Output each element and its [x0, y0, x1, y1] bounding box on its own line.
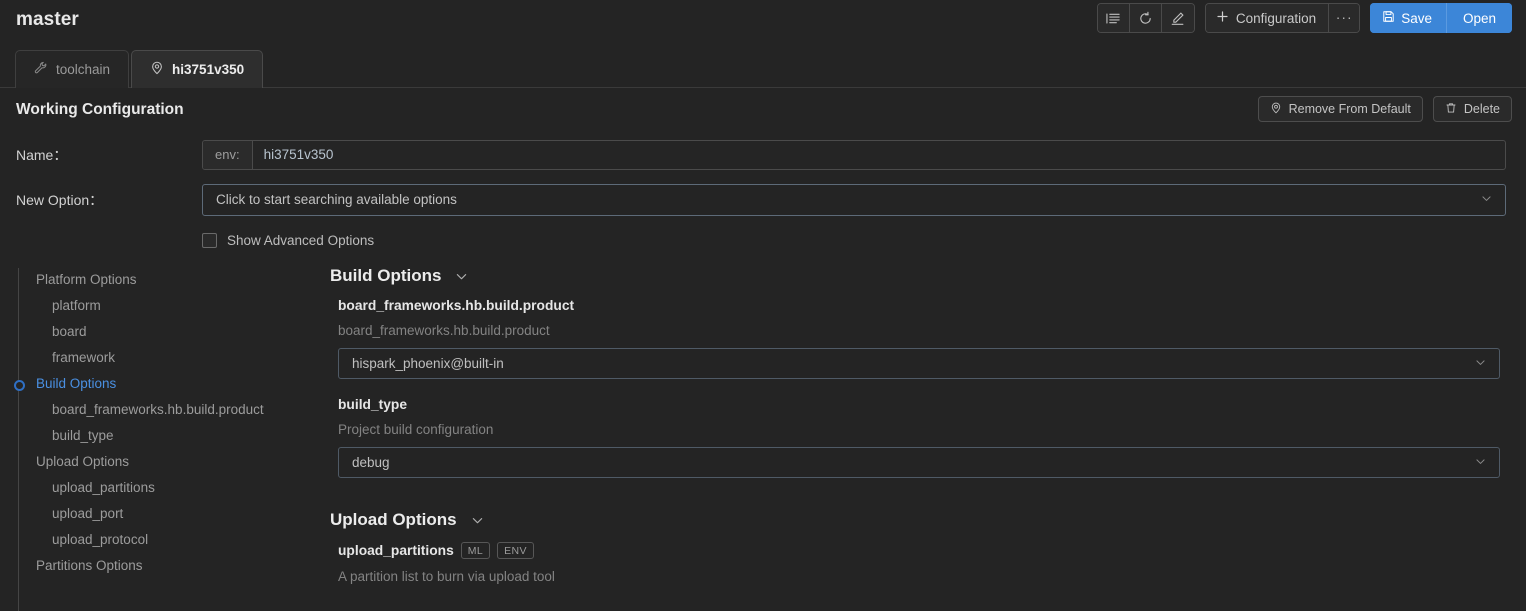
wrench-icon: [34, 61, 48, 78]
tree-item-build-type[interactable]: build_type: [18, 422, 320, 448]
edit-pencil-icon-button[interactable]: [1162, 4, 1194, 32]
tree-item-upload-options[interactable]: Upload Options: [18, 448, 320, 474]
section-header-upload-options: Upload Options: [330, 510, 1500, 530]
trash-icon: [1445, 102, 1457, 117]
show-advanced-options-checkbox[interactable]: [202, 233, 217, 248]
badge-env: ENV: [497, 542, 534, 559]
save-button[interactable]: Save: [1370, 3, 1447, 33]
field-select-board-frameworks-build-product[interactable]: hispark_phoenix@built-in: [338, 348, 1500, 379]
location-pin-icon: [150, 61, 164, 78]
section-header-build-options: Build Options: [330, 266, 1500, 286]
field-select-value: hispark_phoenix@built-in: [352, 356, 504, 371]
field-name-label: board_frameworks.hb.build.product: [338, 298, 574, 313]
remove-from-default-button[interactable]: Remove From Default: [1258, 96, 1423, 122]
new-option-label: New Option：: [16, 190, 202, 210]
working-configuration-actions: Remove From Default Delete: [1258, 96, 1512, 122]
more-options-button[interactable]: ···: [1329, 4, 1359, 32]
field-name-label: upload_partitions: [338, 543, 454, 558]
top-bar-actions: Configuration ··· Save Open: [1097, 3, 1512, 33]
save-open-button-group: Save Open: [1370, 3, 1512, 33]
name-input[interactable]: hi3751v350: [253, 141, 1505, 169]
show-advanced-options-row: Show Advanced Options: [0, 222, 1526, 258]
tab-hi3751v350-label: hi3751v350: [172, 62, 244, 77]
tree-item-platform[interactable]: platform: [18, 292, 320, 318]
field-name: board_frameworks.hb.build.product: [338, 298, 1500, 313]
plus-icon: [1216, 10, 1229, 26]
section-spacer: [330, 496, 1500, 510]
chevron-down-icon: [1474, 356, 1487, 372]
save-label: Save: [1401, 11, 1432, 26]
add-configuration-label: Configuration: [1236, 11, 1316, 26]
field-description: board_frameworks.hb.build.product: [338, 323, 1500, 338]
environment-tab-bar: toolchain hi3751v350: [0, 40, 1526, 88]
name-input-wrapper: env: hi3751v350: [202, 140, 1506, 170]
list-indent-icon-button[interactable]: [1098, 4, 1130, 32]
top-bar: master: [0, 0, 1526, 40]
badge-ml: ML: [461, 542, 490, 559]
branch-title: master: [16, 9, 79, 31]
tree-item-upload-port[interactable]: upload_port: [18, 500, 320, 526]
field-upload-partitions: upload_partitions ML ENV A partition lis…: [330, 542, 1500, 584]
field-description: Project build configuration: [338, 422, 1500, 437]
field-select-build-type[interactable]: debug: [338, 447, 1500, 478]
new-option-placeholder: Click to start searching available optio…: [216, 192, 457, 207]
new-option-row: New Option： Click to start searching ava…: [0, 177, 1526, 222]
working-configuration-header: Working Configuration Remove From Defaul…: [0, 88, 1526, 132]
delete-label: Delete: [1464, 102, 1500, 116]
name-prefix-addon: env:: [203, 141, 253, 169]
open-button[interactable]: Open: [1447, 3, 1512, 33]
field-name: build_type: [338, 397, 1500, 412]
tree-item-build-options[interactable]: Build Options: [18, 370, 320, 396]
refresh-icon-button[interactable]: [1130, 4, 1162, 32]
options-tree: Platform Options platform board framewor…: [0, 266, 320, 602]
remove-from-default-label: Remove From Default: [1289, 102, 1411, 116]
section-title-upload-options: Upload Options: [330, 510, 457, 530]
configuration-editor-page: master: [0, 0, 1526, 611]
name-label: Name：: [16, 145, 202, 165]
tab-toolchain[interactable]: toolchain: [15, 50, 129, 88]
chevron-down-icon: [1474, 455, 1487, 471]
field-build-type: build_type Project build configuration d…: [330, 397, 1500, 478]
chevron-down-icon[interactable]: [454, 269, 469, 284]
tree-item-board[interactable]: board: [18, 318, 320, 344]
tree-item-platform-options[interactable]: Platform Options: [18, 266, 320, 292]
save-disk-icon: [1382, 10, 1395, 26]
tab-toolchain-label: toolchain: [56, 62, 110, 77]
name-row: Name： env: hi3751v350: [0, 132, 1526, 177]
view-icon-button-group: [1097, 3, 1195, 33]
chevron-down-icon[interactable]: [470, 513, 485, 528]
add-configuration-button[interactable]: Configuration: [1206, 4, 1329, 32]
field-name-label: build_type: [338, 397, 407, 412]
list-indent-icon: [1106, 11, 1121, 26]
tree-item-partitions-options[interactable]: Partitions Options: [18, 552, 320, 578]
field-name: upload_partitions ML ENV: [338, 542, 1500, 559]
tree-item-upload-partitions[interactable]: upload_partitions: [18, 474, 320, 500]
section-title-build-options: Build Options: [330, 266, 441, 286]
field-select-value: debug: [352, 455, 390, 470]
page-title: Working Configuration: [16, 101, 184, 119]
configuration-body: Platform Options platform board framewor…: [0, 258, 1526, 602]
refresh-icon: [1138, 11, 1153, 26]
show-advanced-options-label[interactable]: Show Advanced Options: [227, 233, 374, 248]
new-option-select[interactable]: Click to start searching available optio…: [202, 184, 1506, 216]
tree-item-board-frameworks-build-product[interactable]: board_frameworks.hb.build.product: [18, 396, 320, 422]
tree-item-framework[interactable]: framework: [18, 344, 320, 370]
location-pin-icon: [1270, 102, 1282, 117]
chevron-down-icon: [1480, 192, 1493, 208]
tree-item-upload-protocol[interactable]: upload_protocol: [18, 526, 320, 552]
tab-hi3751v350[interactable]: hi3751v350: [131, 50, 263, 88]
field-description: A partition list to burn via upload tool: [338, 569, 1500, 584]
edit-pencil-icon: [1170, 11, 1185, 26]
configuration-button-group: Configuration ···: [1205, 3, 1360, 33]
delete-button[interactable]: Delete: [1433, 96, 1512, 122]
options-content: Build Options board_frameworks.hb.build.…: [320, 266, 1526, 602]
field-board-frameworks-build-product: board_frameworks.hb.build.product board_…: [330, 298, 1500, 379]
